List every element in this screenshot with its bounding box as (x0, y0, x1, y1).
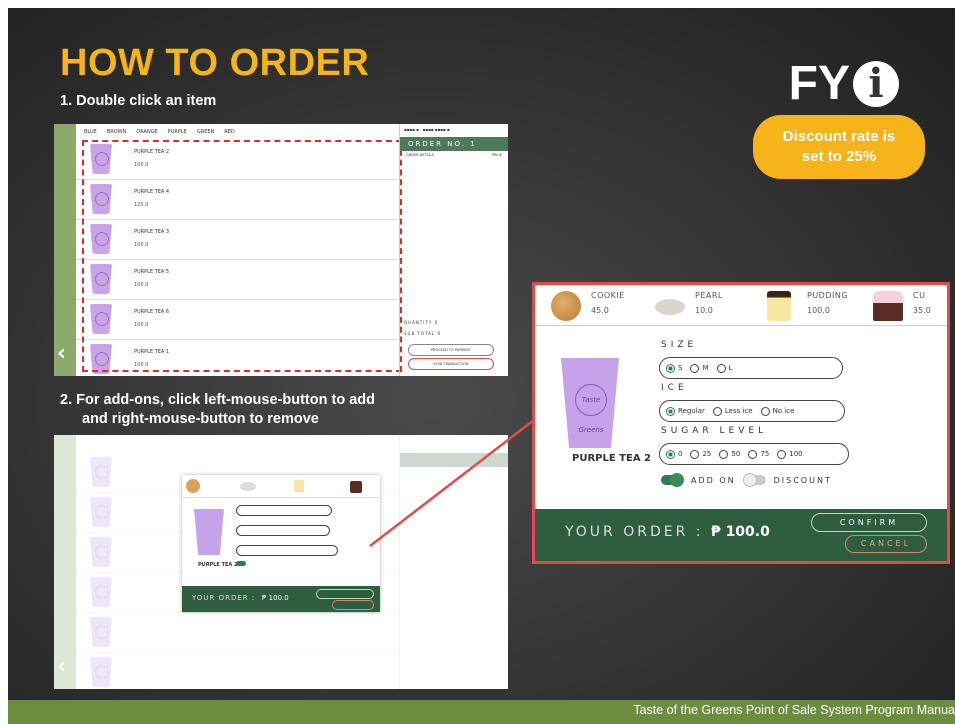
addon-price: 45.0 (591, 306, 609, 315)
ice-label: ICE (661, 383, 688, 393)
addon-price: 10.0 (695, 306, 713, 315)
size-option-s[interactable]: S (666, 363, 682, 373)
toggle-row: ADD ON DISCOUNT (661, 473, 832, 487)
size-option-m[interactable]: M (690, 363, 709, 373)
discount-toggle-label: DISCOUNT (773, 475, 832, 485)
pearl-icon (655, 299, 685, 315)
confirm-button[interactable]: CONFIRM (811, 513, 927, 532)
sugar-level-label: SUGAR LEVEL (661, 426, 768, 436)
addon-toggle-label: ADD ON (691, 475, 736, 485)
footer-bar: Taste of the Greens Point of Sale System… (8, 700, 955, 724)
size-option-l[interactable]: L (716, 363, 732, 373)
sugar-option-0[interactable]: 0 (666, 449, 682, 459)
addon-price: 100.0 (807, 306, 830, 315)
size-selector: S M L (659, 357, 843, 379)
sugar-option-50[interactable]: 50 (719, 449, 740, 459)
footer-text: Taste of the Greens Point of Sale System… (633, 703, 955, 717)
addon-name: PUDDING (807, 291, 849, 300)
sugar-option-25[interactable]: 25 (690, 449, 711, 459)
order-summary-bar: YOUR ORDER : ₱ 100.0 CONFIRM CANCEL (535, 509, 947, 561)
ice-option-less[interactable]: Less ice (712, 406, 753, 416)
sugar-selector: 0 25 50 75 100 (659, 443, 849, 465)
ice-option-regular[interactable]: Regular (666, 406, 705, 416)
your-order-label: YOUR ORDER : (565, 524, 704, 540)
cookie-icon (551, 291, 581, 321)
product-name: PURPLE TEA 2 (572, 453, 651, 464)
addon-bar: COOKIE 45.0 PEARL 10.0 PUDDING 100.0 CU … (535, 285, 947, 326)
cup-logo: Taste Greens (575, 384, 607, 434)
discount-toggle[interactable] (742, 473, 766, 487)
addon-toggle[interactable] (661, 473, 684, 487)
pudding-icon (767, 291, 791, 321)
addon-name: CU (913, 291, 926, 300)
product-cup-image: Taste Greens (561, 358, 619, 448)
size-label: SIZE (661, 340, 698, 350)
your-order-value: ₱ 100.0 (710, 524, 770, 540)
addon-name: COOKIE (591, 291, 625, 300)
ice-option-none[interactable]: No ice (760, 406, 794, 416)
cancel-button[interactable]: CANCEL (845, 535, 927, 553)
ice-selector: Regular Less ice No ice (659, 400, 845, 422)
sugar-option-75[interactable]: 75 (748, 449, 769, 459)
addon-name: PEARL (695, 291, 723, 300)
sugar-option-100[interactable]: 100 (777, 449, 803, 459)
cupcake-icon (873, 291, 903, 321)
add-on-dialog-zoom: COOKIE 45.0 PEARL 10.0 PUDDING 100.0 CU … (532, 282, 950, 564)
your-order-text: YOUR ORDER : ₱ 100.0 (565, 524, 770, 540)
addon-price: 35.0 (913, 306, 931, 315)
